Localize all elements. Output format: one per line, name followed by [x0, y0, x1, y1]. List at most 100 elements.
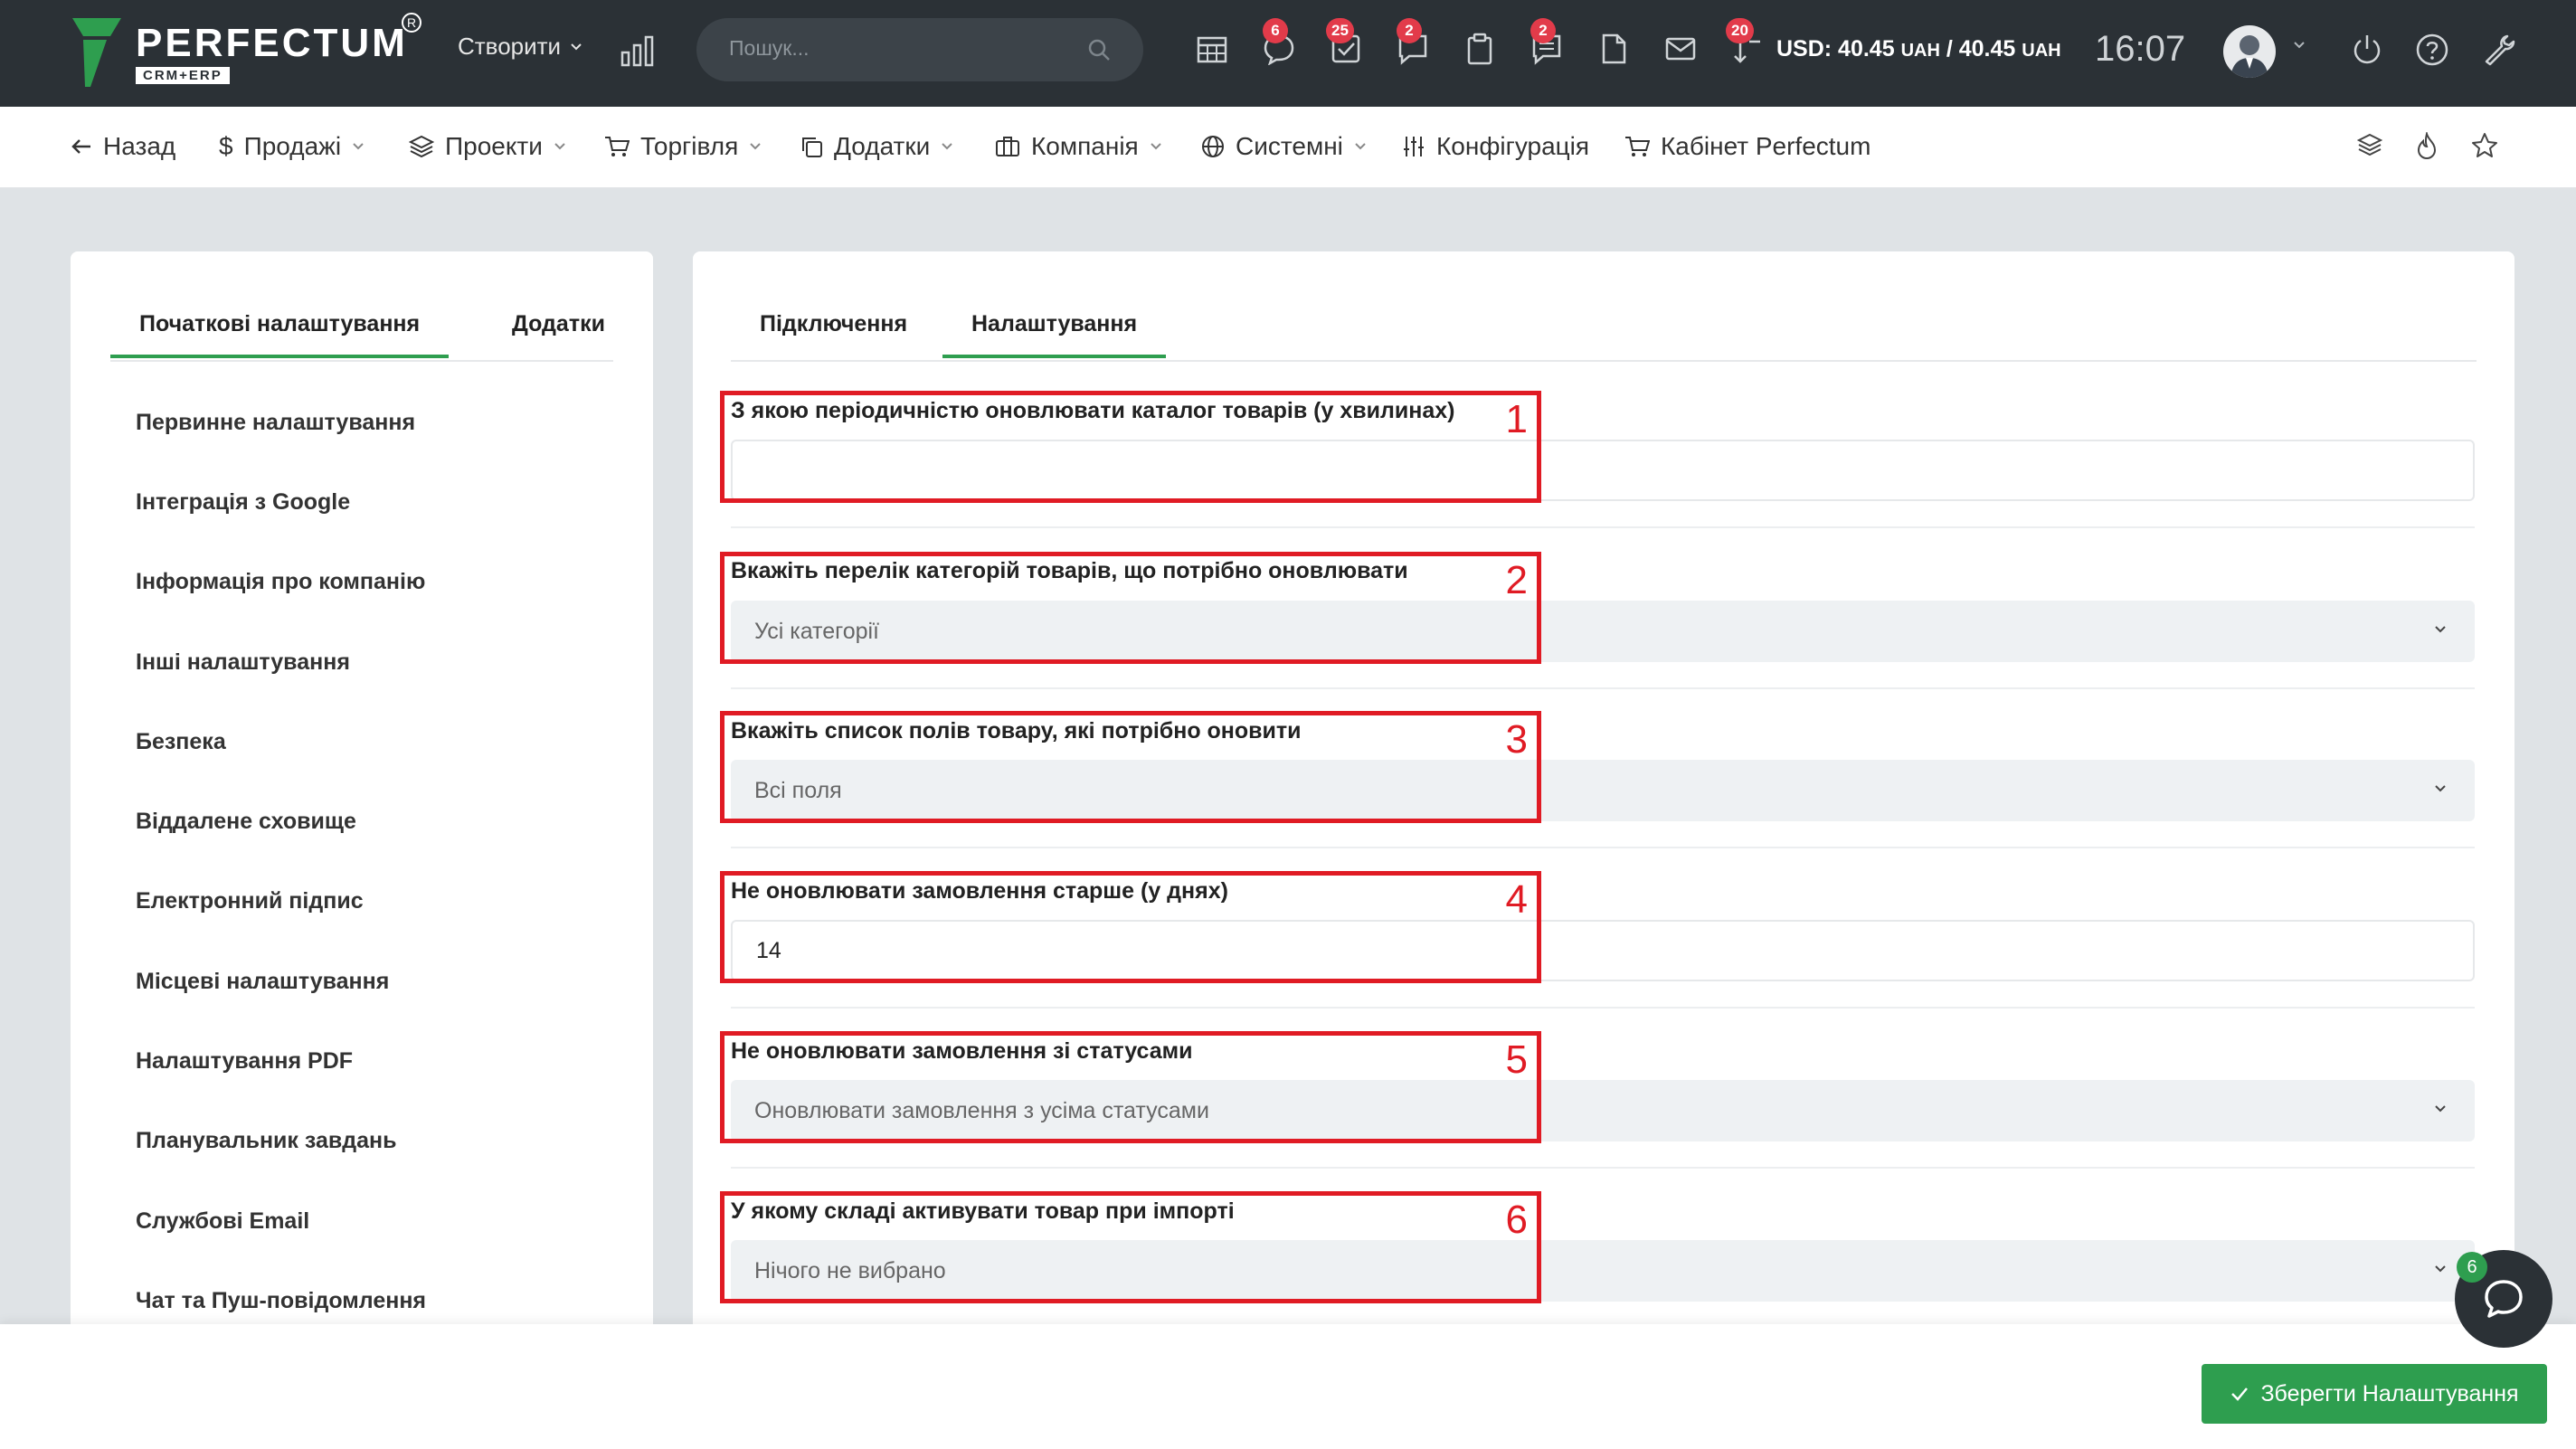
sidebar-item-other[interactable]: Інші налаштування — [136, 649, 350, 676]
document-icon[interactable] — [1597, 33, 1634, 69]
registered-icon: R — [402, 13, 421, 33]
highlight-number: 3 — [1505, 717, 1528, 762]
chevron-down-icon — [353, 143, 364, 150]
power-icon[interactable] — [2350, 33, 2386, 69]
briefcase-icon — [996, 137, 1019, 156]
globe-icon — [1202, 136, 1224, 157]
nav-system-label: Системні — [1236, 132, 1343, 160]
highlight-box: 3 — [720, 711, 1541, 823]
clock: 16:07 — [2095, 29, 2186, 69]
nav-projects-label: Проекти — [445, 132, 543, 160]
chart-icon[interactable] — [620, 34, 655, 71]
sidebar-item-locale[interactable]: Місцеві налаштування — [136, 969, 389, 995]
nav-sales-label: Продажі — [243, 132, 342, 160]
chevron-down-icon — [2435, 1105, 2446, 1113]
highlight-box: 4 — [720, 871, 1541, 983]
divider — [731, 526, 2475, 528]
clipboard-icon[interactable] — [1463, 33, 1500, 69]
nav-addons[interactable]: Додатки — [800, 132, 953, 161]
star-icon[interactable] — [2471, 132, 2498, 164]
nav-company-label: Компанія — [1031, 132, 1139, 160]
messages-icon[interactable]: 2 — [1397, 18, 1433, 69]
tab-addons[interactable]: Додатки — [512, 311, 605, 337]
fire-icon[interactable] — [2415, 130, 2439, 164]
tab-initial-settings[interactable]: Початкові налаштування — [109, 311, 450, 358]
sidebar-item-remote-storage[interactable]: Віддалене сховище — [136, 809, 356, 835]
arrow-left-icon — [71, 139, 90, 154]
settings-sidebar: Початкові налаштування Додатки Первинне … — [71, 251, 653, 1449]
sidebar-item-scheduler[interactable]: Планувальник завдань — [136, 1128, 397, 1154]
currency-unit-2: UAH — [2022, 41, 2061, 61]
search-input[interactable] — [729, 36, 1055, 61]
search-icon[interactable] — [1087, 38, 1111, 62]
tab-connection[interactable]: Підключення — [760, 311, 907, 337]
chat-bubble-icon — [2485, 1280, 2523, 1318]
divider — [731, 1007, 2475, 1009]
divider — [731, 687, 2475, 689]
live-chat-badge: 6 — [2457, 1252, 2487, 1283]
create-button[interactable]: Створити — [458, 33, 582, 61]
top-bar: PERFECTUM CRM+ERP R Створити 6 25 2 — [0, 0, 2576, 107]
logo[interactable]: PERFECTUM CRM+ERP — [71, 16, 408, 90]
chevron-down-icon — [2435, 626, 2446, 633]
sidebar-item-google[interactable]: Інтеграція з Google — [136, 489, 350, 516]
chevron-down-icon — [554, 143, 565, 150]
highlight-box: 2 — [720, 552, 1541, 664]
highlight-box: 6 — [720, 1191, 1541, 1303]
chat-badge: 6 — [1263, 18, 1288, 43]
chevron-down-icon — [942, 143, 952, 150]
divider — [731, 1167, 2475, 1169]
sidebar-item-e-signature[interactable]: Електронний підпис — [136, 888, 364, 914]
copy-icon — [802, 137, 822, 157]
nav-config-label: Конфігурація — [1436, 132, 1590, 160]
chevron-down-icon — [571, 43, 582, 50]
highlight-number: 2 — [1505, 558, 1528, 602]
nav-trade[interactable]: Торгівля — [604, 132, 762, 161]
main-nav: Назад $ Продажі Проекти Торгівля Додатки… — [0, 107, 2576, 188]
nav-sales[interactable]: $ Продажі — [219, 132, 365, 161]
save-settings-label: Зберегти Налаштування — [2260, 1380, 2519, 1406]
sidebar-tabs: Початкові налаштування Додатки — [109, 251, 613, 362]
chat-icon[interactable]: 6 — [1263, 18, 1299, 69]
tasks-icon[interactable]: 25 — [1326, 18, 1366, 69]
highlight-number: 5 — [1505, 1037, 1528, 1082]
highlight-box: 5 — [720, 1031, 1541, 1143]
save-settings-button[interactable]: Зберегти Налаштування — [2202, 1364, 2547, 1424]
nav-cabinet[interactable]: Кабінет Perfectum — [1624, 132, 1870, 161]
sliders-icon — [1404, 137, 1424, 156]
wrench-icon[interactable] — [2482, 33, 2518, 69]
layers-icon — [409, 135, 434, 158]
logo-subtitle: CRM+ERP — [136, 67, 230, 84]
layers-icon[interactable] — [2356, 132, 2383, 162]
nav-company[interactable]: Компанія — [995, 132, 1162, 161]
nav-system[interactable]: Системні — [1201, 132, 1367, 161]
cart-icon — [1625, 137, 1650, 156]
help-icon[interactable] — [2415, 33, 2451, 69]
nav-back[interactable]: Назад — [71, 132, 175, 161]
logo-name: PERFECTUM — [136, 21, 408, 65]
sidebar-item-security[interactable]: Безпека — [136, 729, 226, 755]
tab-settings[interactable]: Налаштування — [942, 311, 1167, 358]
chevron-down-icon — [750, 143, 761, 150]
reminder-icon[interactable]: 20 — [1726, 18, 1767, 69]
search-box[interactable] — [696, 18, 1143, 81]
tasks-badge: 25 — [1326, 18, 1354, 43]
nav-projects[interactable]: Проекти — [409, 132, 566, 161]
sidebar-item-primary-setup[interactable]: Первинне налаштування — [136, 410, 415, 436]
sidebar-item-company-info[interactable]: Інформація про компанію — [136, 569, 425, 595]
dollar-icon: $ — [219, 132, 233, 160]
sidebar-item-chat-push[interactable]: Чат та Пуш-повідомлення — [136, 1288, 426, 1314]
chevron-down-icon[interactable] — [2292, 40, 2306, 51]
cart-icon — [605, 137, 630, 156]
logo-mark-icon — [71, 16, 123, 89]
sidebar-item-service-email[interactable]: Службові Email — [136, 1208, 309, 1235]
mail-icon[interactable] — [1664, 33, 1700, 69]
calendar-icon[interactable] — [1196, 33, 1232, 69]
nav-config[interactable]: Конфігурація — [1402, 132, 1589, 161]
notes-icon[interactable]: 2 — [1530, 18, 1567, 69]
avatar[interactable] — [2223, 25, 2276, 78]
divider — [731, 847, 2475, 848]
sidebar-item-pdf[interactable]: Налаштування PDF — [136, 1048, 353, 1075]
chevron-down-icon — [1151, 143, 1161, 150]
chevron-down-icon — [1355, 143, 1366, 150]
